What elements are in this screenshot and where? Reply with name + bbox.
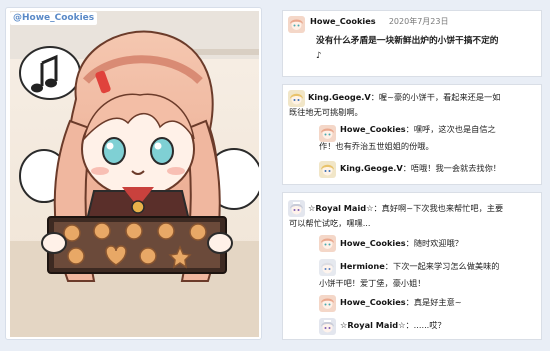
comment-line: ☆Royal Maid☆：真好啊~下次我也来帮忙吧，主要 [308, 201, 503, 216]
reply-line: King.Geoge.V：唔哦！我一会就去找你！ [340, 161, 501, 176]
reply-line: ☆Royal Maid☆：......哎？ [340, 318, 446, 333]
comment-text-line: 没有什么矛盾是一块新鲜出炉的小饼干搞不定的 [316, 36, 499, 46]
comment-separator: ： [373, 203, 382, 213]
reply-separator: ： [402, 163, 411, 173]
comment-text: 喔~豪的小饼干，看起来还是一如 [378, 92, 501, 102]
comment-date: 2020年7月23日 [388, 17, 449, 26]
royal-maid-avatar-icon[interactable] [288, 200, 305, 217]
reply-author[interactable]: Howe_Cookies [340, 124, 406, 134]
comment-separator: ： [370, 92, 379, 102]
reply-line: Howe_Cookies：嘿呼，这次也是自信之 [340, 122, 496, 137]
comment-card-3: ☆Royal Maid☆：真好啊~下次我也来帮忙吧，主要 可以帮忙试吃，嘿嘿..… [282, 192, 542, 340]
post-author-tag[interactable]: @Howe_Cookies [10, 12, 98, 25]
reply-text: 真是好主意~ [413, 297, 462, 307]
comment-text-line: ♪ [316, 51, 322, 61]
howe-avatar-icon[interactable] [288, 16, 305, 33]
reply-separator: ： [405, 124, 414, 134]
reply-text: 唔哦！我一会就去找你！ [410, 163, 501, 173]
reply-line: Hermione：下次一起来学习怎么做美味的 [340, 259, 499, 274]
comment-author[interactable]: ☆Royal Maid☆ [308, 203, 373, 213]
hermione-avatar-icon[interactable] [319, 259, 336, 276]
howe-avatar-icon[interactable] [319, 235, 336, 252]
comment-author[interactable]: Howe_Cookies [310, 16, 376, 26]
howe-avatar-icon[interactable] [319, 295, 336, 312]
post-image-card[interactable]: @Howe_Cookies [5, 7, 262, 340]
reply-text-line: 作！也有乔治五世姐姐的份哦。 [319, 141, 434, 151]
reply-author[interactable]: Hermione [340, 261, 385, 271]
reply-text: 嘿呼，这次也是自信之 [413, 124, 496, 134]
royal-maid-avatar-icon[interactable] [319, 318, 336, 335]
comment-author[interactable]: King.Geoge.V [308, 92, 371, 102]
reply-text: ......哎？ [413, 320, 446, 330]
reply-text: 下次一起来学习怎么做美味的 [393, 261, 500, 271]
reply-separator: ： [405, 297, 414, 307]
comment-header: Howe_Cookies 2020年7月23日 [310, 14, 448, 29]
king-george-avatar-icon[interactable] [319, 161, 336, 178]
comment-text: 真好啊~下次我也来帮忙吧，主要 [381, 203, 504, 213]
reply-text: 随时欢迎哦？ [413, 238, 463, 248]
comment-line: King.Geoge.V：喔~豪的小饼干，看起来还是一如 [308, 90, 500, 105]
reply-author[interactable]: Howe_Cookies [340, 297, 406, 307]
reply-author[interactable]: ☆Royal Maid☆ [340, 320, 405, 330]
reply-author[interactable]: King.Geoge.V [340, 163, 403, 173]
reply-separator: ： [405, 320, 414, 330]
comment-card-1: Howe_Cookies 2020年7月23日 没有什么矛盾是一块新鲜出炉的小饼… [282, 10, 542, 77]
post-illustration [10, 11, 259, 337]
reply-line: Howe_Cookies：真是好主意~ [340, 295, 462, 310]
reply-text-line: 小饼干吧！爱丁堡，豪小姐！ [319, 278, 426, 288]
reply-line: Howe_Cookies：随时欢迎哦？ [340, 236, 463, 251]
reply-separator: ： [384, 261, 393, 271]
comment-card-2: King.Geoge.V：喔~豪的小饼干，看起来还是一如 既往地无可挑剔啊。 H… [282, 84, 542, 185]
reply-author[interactable]: Howe_Cookies [340, 238, 406, 248]
reply-separator: ： [405, 238, 414, 248]
comment-text-line: 可以帮忙试吃，嘿嘿... [289, 218, 371, 228]
comment-text-line: 既往地无可挑剔啊。 [289, 107, 363, 117]
